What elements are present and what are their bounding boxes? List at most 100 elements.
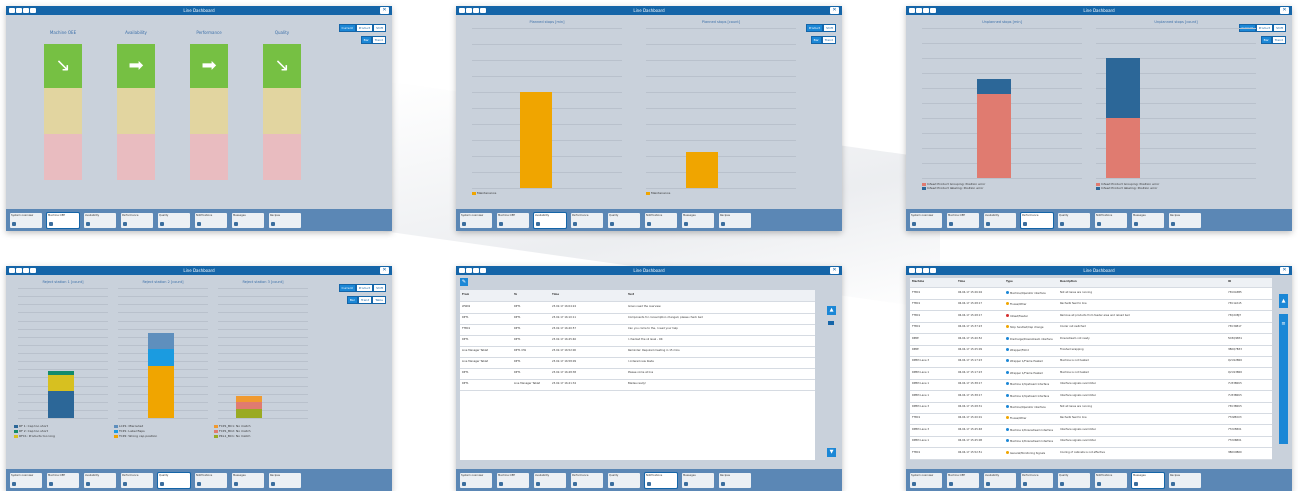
toggle-bar[interactable]: Bar bbox=[346, 296, 359, 304]
table-row[interactable]: RMB3 Lane 3 06.04.17 15:28:31 Machine/Oper… bbox=[910, 402, 1272, 414]
nav-button-availability[interactable]: Availability bbox=[984, 213, 1016, 228]
nav-button-system-overview[interactable]: System overview bbox=[910, 473, 942, 488]
close-icon[interactable]: ✕ bbox=[830, 7, 839, 14]
nav-button-quality[interactable]: Quality bbox=[1058, 213, 1090, 228]
nav-button-messages[interactable]: Messages bbox=[232, 473, 264, 488]
table-row[interactable]: RPT1 Line Manager Tablet 23.02.17 16:41:34… bbox=[460, 379, 815, 391]
nav-button-performance[interactable]: Performance bbox=[1021, 473, 1053, 488]
nav-button-messages[interactable]: Messages bbox=[1132, 473, 1164, 488]
toggle-bar[interactable]: Bar bbox=[1260, 36, 1272, 44]
view-toggle[interactable]: Product Shift bbox=[805, 24, 836, 32]
toggle-bar[interactable]: Bar bbox=[810, 36, 822, 44]
toggle-shift[interactable]: Shift bbox=[1273, 24, 1286, 32]
table-row[interactable]: TTBC1 06.04.17 15:28:17 Fluxes/Other Reched… bbox=[910, 299, 1272, 312]
kpi-status-tile[interactable]: ➡ bbox=[117, 44, 155, 88]
nav-button-machine-oee[interactable]: Machine OEE bbox=[47, 213, 79, 228]
nav-button-quality[interactable]: Quality bbox=[158, 473, 190, 488]
nav-button-recipes[interactable]: Recipes bbox=[719, 213, 751, 228]
table-row[interactable]: RMB3 Lane 3 06.04.17 15:17:23 Wrapper 1/Fr… bbox=[910, 356, 1272, 369]
nav-button-availability[interactable]: Availability bbox=[534, 213, 566, 228]
nav-button-system-overview[interactable]: System overview bbox=[460, 473, 492, 488]
scroll-up-icon[interactable]: ▲ bbox=[1279, 294, 1288, 308]
kpi-status-tile[interactable]: ➡ bbox=[190, 44, 228, 88]
nav-button-availability[interactable]: Availability bbox=[984, 473, 1016, 488]
view-toggle[interactable]: Current Product Shift bbox=[1238, 24, 1286, 32]
nav-button-notifications[interactable]: Notifications bbox=[645, 473, 677, 488]
nav-button-performance[interactable]: Performance bbox=[1021, 213, 1053, 228]
table-row[interactable]: TTBC1 06.04.17 15:52:51 General/Monitoring… bbox=[910, 448, 1272, 460]
close-icon[interactable]: ✕ bbox=[380, 267, 389, 274]
nav-button-recipes[interactable]: Recipes bbox=[1169, 473, 1201, 488]
column-header[interactable]: Machine bbox=[912, 280, 924, 283]
nav-button-notifications[interactable]: Notifications bbox=[1095, 213, 1127, 228]
table-row[interactable]: TTBC1 06.04.17 15:20:01 Fluxes/Other Reched… bbox=[910, 413, 1272, 426]
column-header[interactable]: ID bbox=[1228, 280, 1231, 283]
nav-button-availability[interactable]: Availability bbox=[534, 473, 566, 488]
view-toggle[interactable]: Current Product Shift bbox=[338, 24, 386, 32]
table-row[interactable]: RMB3 Lane 1 06.04.17 15:45:08 Machine 1/Do… bbox=[910, 436, 1272, 449]
nav-button-notifications[interactable]: Notifications bbox=[195, 213, 227, 228]
close-icon[interactable]: ✕ bbox=[380, 7, 389, 14]
nav-button-recipes[interactable]: Recipes bbox=[1169, 213, 1201, 228]
scroll-up-icon[interactable]: ▲ bbox=[827, 306, 836, 315]
column-header[interactable]: From bbox=[462, 293, 469, 296]
close-icon[interactable]: ✕ bbox=[1280, 7, 1289, 14]
table-row[interactable]: TTBC1 06.04.17 15:26:04 Machine/Operator i… bbox=[910, 288, 1272, 300]
table-row[interactable]: RPRE 06.04.17 15:25:09 Wrapper/Filmd Finish… bbox=[910, 345, 1272, 357]
toggle-trend[interactable]: Trend bbox=[821, 36, 836, 44]
nav-button-messages[interactable]: Messages bbox=[682, 473, 714, 488]
nav-button-notifications[interactable]: Notifications bbox=[645, 213, 677, 228]
column-header[interactable]: Time bbox=[552, 293, 559, 296]
table-row[interactable]: TTBC1 06.04.17 15:37:23 Stop handled/Cap c… bbox=[910, 322, 1272, 335]
toggle-product[interactable]: Product bbox=[355, 284, 374, 292]
chart-toggle[interactable]: Bar Trend bbox=[810, 36, 836, 44]
toggle-trend[interactable]: Trend bbox=[371, 36, 386, 44]
close-icon[interactable]: ✕ bbox=[830, 267, 839, 274]
nav-button-recipes[interactable]: Recipes bbox=[269, 473, 301, 488]
column-header[interactable]: To bbox=[514, 293, 517, 296]
column-header[interactable]: Text bbox=[628, 293, 634, 296]
compose-icon[interactable]: ✎ bbox=[460, 278, 468, 286]
nav-button-system-overview[interactable]: System overview bbox=[10, 213, 42, 228]
nav-button-performance[interactable]: Performance bbox=[571, 213, 603, 228]
kpi-status-tile[interactable]: ↘ bbox=[263, 44, 301, 88]
toggle-shift[interactable]: Shift bbox=[823, 24, 836, 32]
table-row[interactable]: RMB3 Lane 1 06.04.17 15:38:17 Machine 1/Up… bbox=[910, 391, 1272, 403]
column-header[interactable]: Type bbox=[1006, 280, 1013, 283]
kpi-status-tile[interactable]: ↘ bbox=[44, 44, 82, 88]
table-row[interactable]: RPRE 06.04.17 15:40:52 Discharge/Downstrea… bbox=[910, 334, 1272, 346]
toggle-table[interactable]: Table bbox=[372, 296, 386, 304]
filter-icon[interactable]: ≡ bbox=[1279, 314, 1288, 444]
nav-button-machine-oee[interactable]: Machine OEE bbox=[497, 213, 529, 228]
nav-button-messages[interactable]: Messages bbox=[682, 213, 714, 228]
nav-button-messages[interactable]: Messages bbox=[232, 213, 264, 228]
nav-button-machine-oee[interactable]: Machine OEE bbox=[947, 213, 979, 228]
column-header[interactable]: Description bbox=[1060, 280, 1077, 283]
close-icon[interactable]: ✕ bbox=[1280, 267, 1289, 274]
toggle-shift[interactable]: Shift bbox=[373, 284, 386, 292]
toggle-bar[interactable]: Bar bbox=[360, 36, 372, 44]
nav-button-system-overview[interactable]: System overview bbox=[910, 213, 942, 228]
nav-button-performance[interactable]: Performance bbox=[121, 473, 153, 488]
chart-toggle[interactable]: Bar Trend bbox=[360, 36, 386, 44]
nav-button-availability[interactable]: Availability bbox=[84, 473, 116, 488]
nav-button-system-overview[interactable]: System overview bbox=[460, 213, 492, 228]
table-row[interactable]: RMB3 Lane 1 06.04.17 15:17:23 Wrapper 1/Fr… bbox=[910, 368, 1272, 380]
toggle-trend[interactable]: Trend bbox=[358, 296, 373, 304]
toggle-trend[interactable]: Trend bbox=[1271, 36, 1286, 44]
nav-button-performance[interactable]: Performance bbox=[571, 473, 603, 488]
toggle-shift[interactable]: Shift bbox=[373, 24, 386, 32]
nav-button-availability[interactable]: Availability bbox=[84, 213, 116, 228]
table-row[interactable]: TTBC1 06.04.17 15:28:17 Infeed/Feeder Remov… bbox=[910, 311, 1272, 323]
nav-button-quality[interactable]: Quality bbox=[608, 473, 640, 488]
toggle-current[interactable]: Current bbox=[338, 24, 356, 32]
scroll-down-icon[interactable]: ▼ bbox=[827, 448, 836, 457]
toggle-product[interactable]: Product bbox=[1255, 24, 1274, 32]
table-row[interactable]: RMB3 Lane 1 06.04.17 15:38:17 Machine 1/Up… bbox=[910, 379, 1272, 392]
nav-button-notifications[interactable]: Notifications bbox=[195, 473, 227, 488]
nav-button-system-overview[interactable]: System overview bbox=[10, 473, 42, 488]
column-header[interactable]: Time bbox=[958, 280, 965, 283]
nav-button-quality[interactable]: Quality bbox=[1058, 473, 1090, 488]
chart-toggle[interactable]: Bar Trend Table bbox=[346, 296, 386, 304]
nav-button-notifications[interactable]: Notifications bbox=[1095, 473, 1127, 488]
